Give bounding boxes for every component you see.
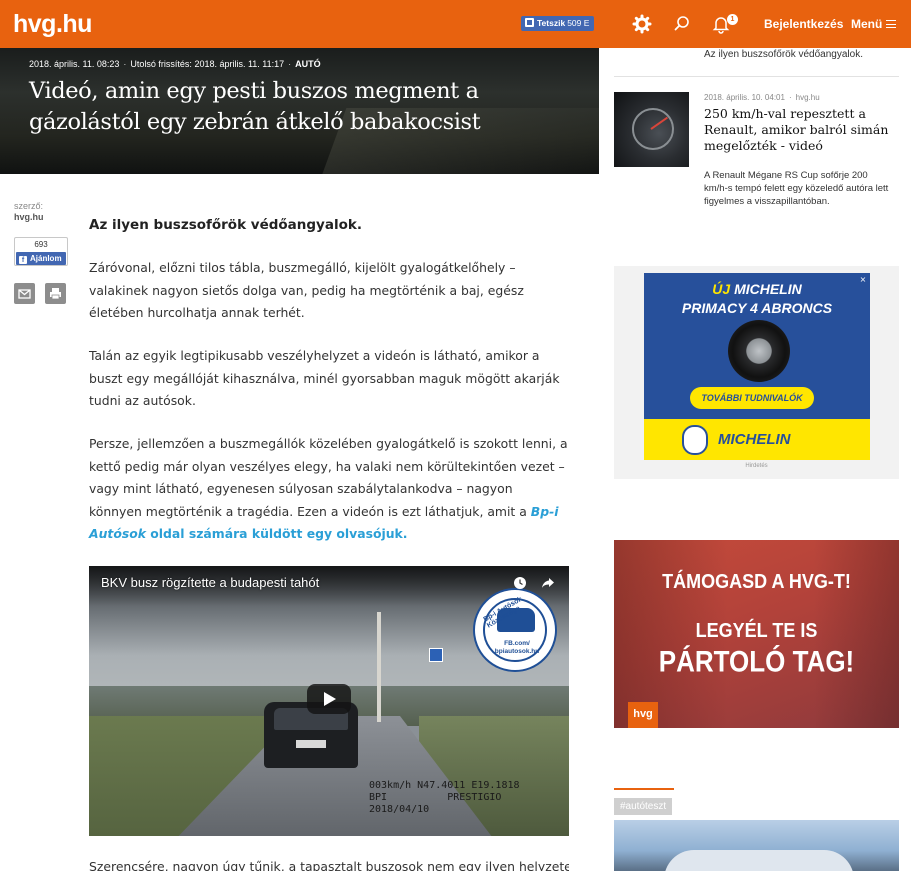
article-paragraph-2: Talán az egyik legtipikusabb veszélyhely… <box>89 348 560 408</box>
paragraph-3-text: Persze, jellemzően a buszmegállók közelé… <box>89 436 568 519</box>
badge-url: FB.com/ bpiautosok.hu <box>494 640 540 655</box>
ad-subheadline: PRIMACY 4 ABRONCS <box>681 300 833 316</box>
thumbs-up-icon <box>525 18 534 27</box>
ad-brand: MICHELIN <box>718 431 791 448</box>
recommend-button[interactable]: f Ajánlom <box>16 252 66 265</box>
article-paragraph-1: Záróvonal, előzni tilos tábla, buszmegál… <box>89 260 524 320</box>
published-date: 2018. április. 11. 08:23 <box>29 59 120 69</box>
site-logo[interactable]: hvg.hu <box>13 10 92 39</box>
sidebar-item-title[interactable]: 250 km/h-val repesztett a Renault, amiko… <box>704 106 904 154</box>
tag-autoteszt[interactable]: #autóteszt <box>614 798 673 815</box>
article-meta: 2018. április. 11. 08:23 · Utolsó frissíté… <box>29 59 321 69</box>
article-lead: Az ilyen buszsofőrök védőangyalok. <box>89 217 362 233</box>
updated-date: 2018. április. 11. 11:17 <box>194 59 285 69</box>
youtube-video-player[interactable]: BKV busz rögzítette a budapesti tahót Bp… <box>89 566 569 836</box>
tag-accent-line <box>614 788 674 790</box>
top-navbar: hvg.hu Tetszik 509 E 1 Bejelentkezés Menü <box>0 0 911 48</box>
fb-like-count: 509 E <box>567 18 590 28</box>
hvg-logo-badge: hvg <box>628 702 658 728</box>
ad-close-icon[interactable]: × <box>858 275 868 285</box>
hamburger-icon <box>886 20 897 28</box>
promo-line-3: PÁRTOLÓ TAG! <box>658 643 855 679</box>
michelin-ad[interactable]: ÚJ MICHELIN PRIMACY 4 ABRONCS TOVÁBBI TU… <box>644 273 870 460</box>
facebook-icon: f <box>19 256 27 264</box>
article-paragraph-3: Persze, jellemzően a buszmegállók közelé… <box>89 433 569 546</box>
michelin-man-icon <box>682 425 708 455</box>
recommend-label: Ajánlom <box>30 254 62 263</box>
share-icon[interactable] <box>541 576 555 590</box>
login-link[interactable]: Bejelentkezés <box>764 17 843 31</box>
share-count: 693 <box>34 240 48 249</box>
facebook-like-button[interactable]: Tetszik 509 E <box>521 16 594 31</box>
video-title[interactable]: BKV busz rögzítette a budapesti tahót <box>101 575 319 590</box>
print-icon[interactable] <box>45 283 66 304</box>
sidebar-item-date: 2018. április. 10. 04:01 <box>704 93 785 102</box>
notification-badge: 1 <box>727 14 738 25</box>
link-rest-part: oldal számára küldött egy olvasójuk. <box>145 526 408 541</box>
fb-like-label: Tetszik <box>537 18 566 28</box>
play-button[interactable] <box>307 684 351 714</box>
author-name[interactable]: hvg.hu <box>14 212 44 222</box>
sidebar-item-desc[interactable]: A Renault Mégane RS Cup sofőrje 200 km/h… <box>704 169 894 208</box>
sidebar-divider <box>614 76 899 77</box>
clock-icon[interactable] <box>513 576 527 590</box>
crosswalk-sign <box>429 648 443 662</box>
category-link[interactable]: AUTÓ <box>295 59 321 69</box>
promo-line-2: LEGYÉL TE IS <box>695 618 818 642</box>
sidebar-bottom-thumbnail[interactable] <box>614 820 899 871</box>
menu-label: Menü <box>851 17 883 31</box>
tire-image <box>728 320 790 382</box>
ad-label: Hirdetés <box>745 463 768 469</box>
email-share-icon[interactable] <box>14 283 35 304</box>
menu-button[interactable]: Menü <box>851 17 897 31</box>
article-hero: 2018. április. 11. 08:23 · Utolsó frissíté… <box>0 48 599 174</box>
ad-headline: ÚJ MICHELIN <box>712 281 802 297</box>
sidebar-item-thumbnail[interactable] <box>614 92 689 167</box>
sidebar-item-source: hvg.hu <box>795 93 820 102</box>
sidebar-previous-desc[interactable]: Az ilyen buszsofőrök védőangyalok. <box>704 49 863 60</box>
bpi-autosok-badge: Bp-i Autósok Közössége FB.com/ bpiautoso… <box>473 588 557 672</box>
promo-line-1: TÁMOGASD A HVG-T! <box>662 569 851 593</box>
article-title: Videó, amin egy pesti buszos megment a g… <box>29 78 481 135</box>
updated-label: Utolsó frissítés: <box>130 59 192 69</box>
author-label: szerző: <box>14 201 44 211</box>
search-icon[interactable] <box>672 14 692 34</box>
ad-cta-button[interactable]: TOVÁBBI TUDNIVALÓK <box>690 387 814 409</box>
hvg-support-promo[interactable]: TÁMOGASD A HVG-T! LEGYÉL TE IS PÁRTOLÓ T… <box>614 540 899 728</box>
gear-icon[interactable] <box>632 14 652 34</box>
article-paragraph-4: Szerencsére, nagyon úgy tűnik, a tapaszt… <box>89 859 569 871</box>
facebook-share-box[interactable]: 693 f Ajánlom <box>14 237 68 266</box>
dashcam-overlay: 003km/h N47.4011 E19.1818 BPI PRESTIGIO … <box>369 780 520 815</box>
sidebar-item-meta: 2018. április. 10. 04:01 · hvg.hu <box>704 93 820 102</box>
utility-pole <box>377 612 381 722</box>
